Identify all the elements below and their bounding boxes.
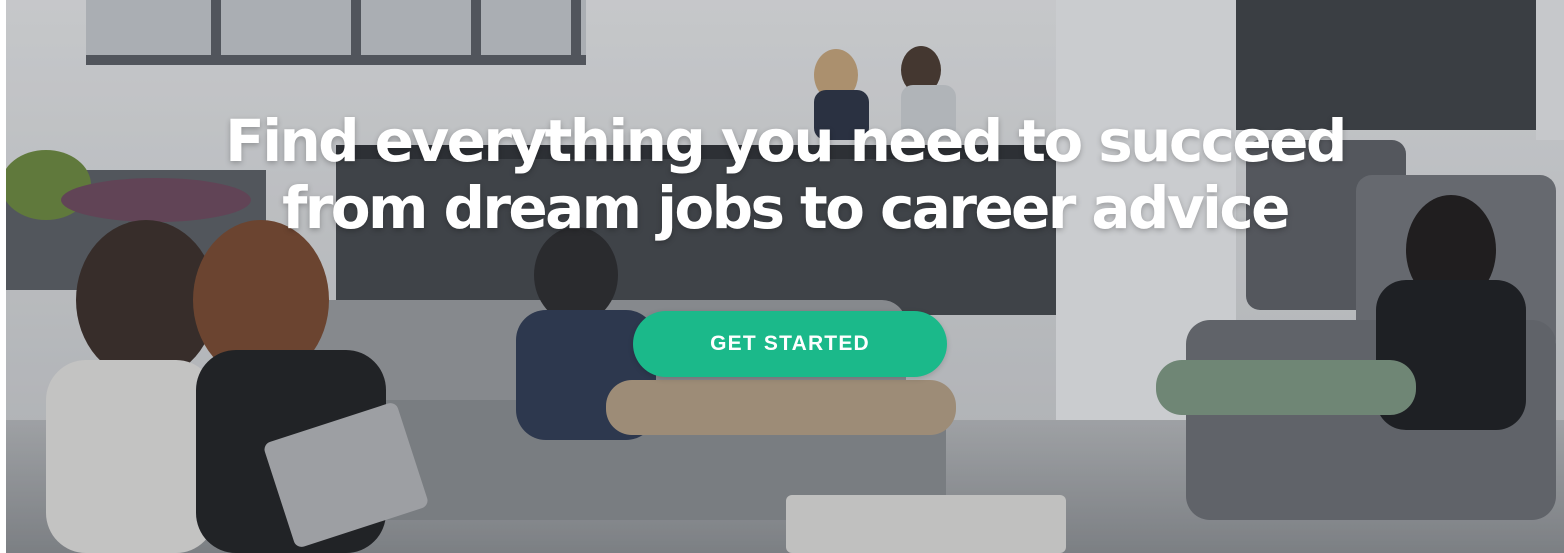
hero-headline-line-2: from dream jobs to career advice bbox=[282, 174, 1290, 243]
hero-headline: Find everything you need to succeed from… bbox=[6, 107, 1564, 243]
hero-dim-overlay bbox=[6, 0, 1564, 553]
get-started-button[interactable]: GET STARTED bbox=[633, 311, 947, 377]
hero-banner: Find everything you need to succeed from… bbox=[0, 0, 1564, 553]
hero-headline-line-1: Find everything you need to succeed bbox=[225, 107, 1347, 175]
